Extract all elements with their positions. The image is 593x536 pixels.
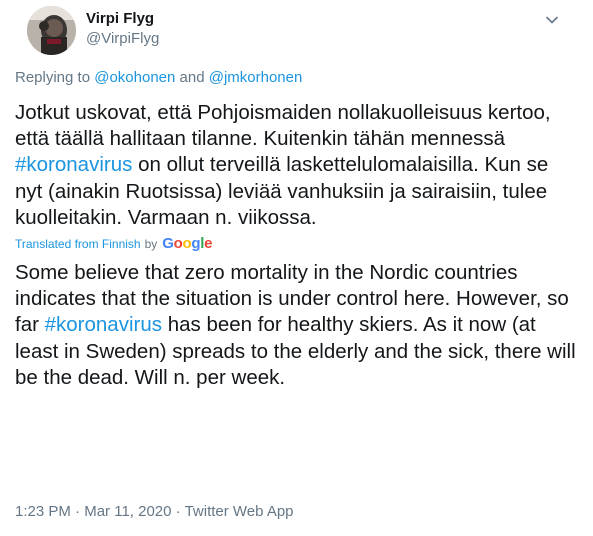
author-display-name[interactable]: Virpi Flyg — [86, 9, 159, 29]
meta-separator-2: · — [175, 503, 181, 520]
hashtag-link-translated[interactable]: #koronavirus — [45, 313, 162, 336]
tweet-source[interactable]: Twitter Web App — [185, 503, 294, 520]
meta-separator: · — [75, 503, 81, 520]
author-info: Virpi Flyg @VirpiFlyg — [86, 9, 159, 49]
tweet-time[interactable]: 1:23 PM — [15, 503, 71, 520]
google-logo-letter: e — [204, 235, 213, 253]
replying-to: Replying to @okohonen and @jmkorhonen — [15, 68, 578, 88]
author-handle[interactable]: @VirpiFlyg — [86, 29, 159, 49]
translated-from-label[interactable]: Translated from Finnish — [15, 235, 141, 253]
tweet-text-original-part1: Jotkut uskovat, että Pohjoismaiden nolla… — [15, 101, 551, 151]
replying-to-label: Replying to — [15, 69, 91, 86]
chevron-down-icon[interactable] — [542, 10, 562, 30]
avatar-photo — [27, 6, 76, 55]
google-logo: Google — [162, 235, 212, 253]
tweet-date[interactable]: Mar 11, 2020 — [84, 503, 171, 520]
hashtag-link[interactable]: #koronavirus — [15, 153, 132, 176]
mention-link-jmkorhonen[interactable]: @jmkorhonen — [209, 69, 303, 86]
replying-joiner: and — [179, 69, 205, 86]
google-logo-letter: G — [162, 235, 174, 253]
mention-link-okohonen[interactable]: @okohonen — [94, 69, 175, 86]
translation-attribution: Translated from Finnish by Google — [15, 235, 578, 253]
tweet-text-original: Jotkut uskovat, että Pohjoismaiden nolla… — [15, 100, 578, 231]
tweet-text-translated: Some believe that zero mortality in the … — [15, 260, 578, 391]
tweet-header: Virpi Flyg @VirpiFlyg — [15, 0, 578, 62]
tweet-meta: 1:23 PM · Mar 11, 2020 · Twitter Web App — [15, 502, 294, 522]
translated-by-label: by — [144, 237, 158, 252]
google-logo-letter: o — [173, 235, 183, 253]
avatar[interactable] — [27, 6, 76, 55]
google-logo-letter: g — [191, 235, 201, 253]
tweet: Virpi Flyg @VirpiFlyg Replying to @okoho… — [0, 0, 593, 536]
